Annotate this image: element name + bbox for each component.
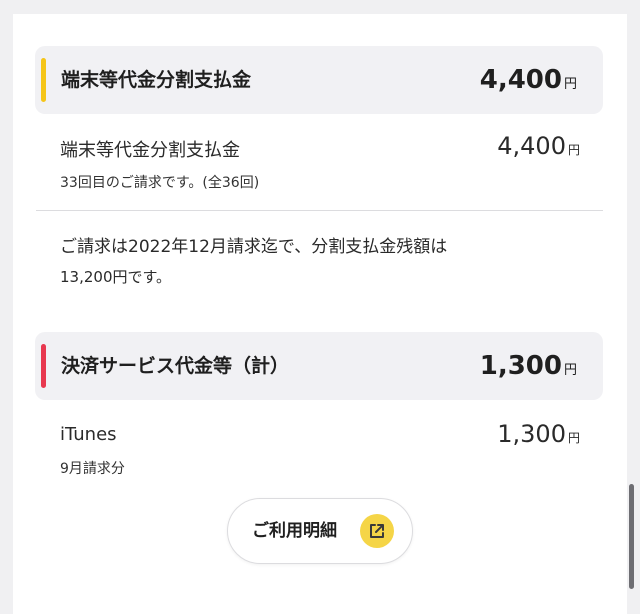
payment-header-amount-value: 1,300 — [479, 351, 562, 381]
note-line-1: ご請求は2022年12月請求迄で、分割支払金残額は — [60, 237, 448, 257]
installment-header-unit: 円 — [563, 77, 577, 92]
installment-item-unit: 円 — [567, 143, 580, 157]
billing-card: 端末等代金分割支払金 4,400 円 端末等代金分割支払金 4,400 円 33回目… — [13, 14, 627, 614]
installment-accent-bar — [41, 58, 46, 102]
installment-item-sub: 33回目のご請求です。(全36回) — [60, 175, 260, 191]
payment-accent-bar — [41, 344, 46, 388]
installment-header-amount-value: 4,400 — [479, 65, 562, 95]
payment-header-amount: 1,300 円 — [480, 332, 577, 400]
divider — [36, 210, 603, 211]
note-line-2: 13,200円です。 — [60, 268, 171, 286]
payment-header-title: 決済サービス代金等（計） — [61, 355, 290, 377]
installment-header: 端末等代金分割支払金 4,400 円 — [35, 46, 603, 114]
installment-header-title: 端末等代金分割支払金 — [61, 69, 252, 91]
installment-header-amount: 4,400 円 — [480, 46, 577, 114]
payment-item-unit: 円 — [567, 431, 580, 445]
installment-note: ご請求は2022年12月請求迄で、分割支払金残額は 13,200円です。 — [60, 232, 580, 292]
installment-item-name: 端末等代金分割支払金 — [60, 140, 240, 161]
usage-details-label: ご利用明細 — [252, 521, 337, 541]
payment-header: 決済サービス代金等（計） 1,300 円 — [35, 332, 603, 400]
usage-details-button[interactable]: ご利用明細 — [227, 498, 413, 564]
payment-item-sub: 9月請求分 — [60, 461, 125, 477]
payment-item-amount: 1,300 円 — [497, 420, 580, 448]
scrollbar-thumb[interactable] — [629, 484, 634, 589]
payment-item-name: iTunes — [60, 424, 117, 445]
installment-item-amount: 4,400 円 — [497, 132, 580, 160]
payment-item-amount-value: 1,300 — [497, 420, 566, 448]
installment-item-amount-value: 4,400 — [497, 132, 566, 160]
external-link-icon — [360, 514, 394, 548]
payment-header-unit: 円 — [563, 363, 577, 378]
